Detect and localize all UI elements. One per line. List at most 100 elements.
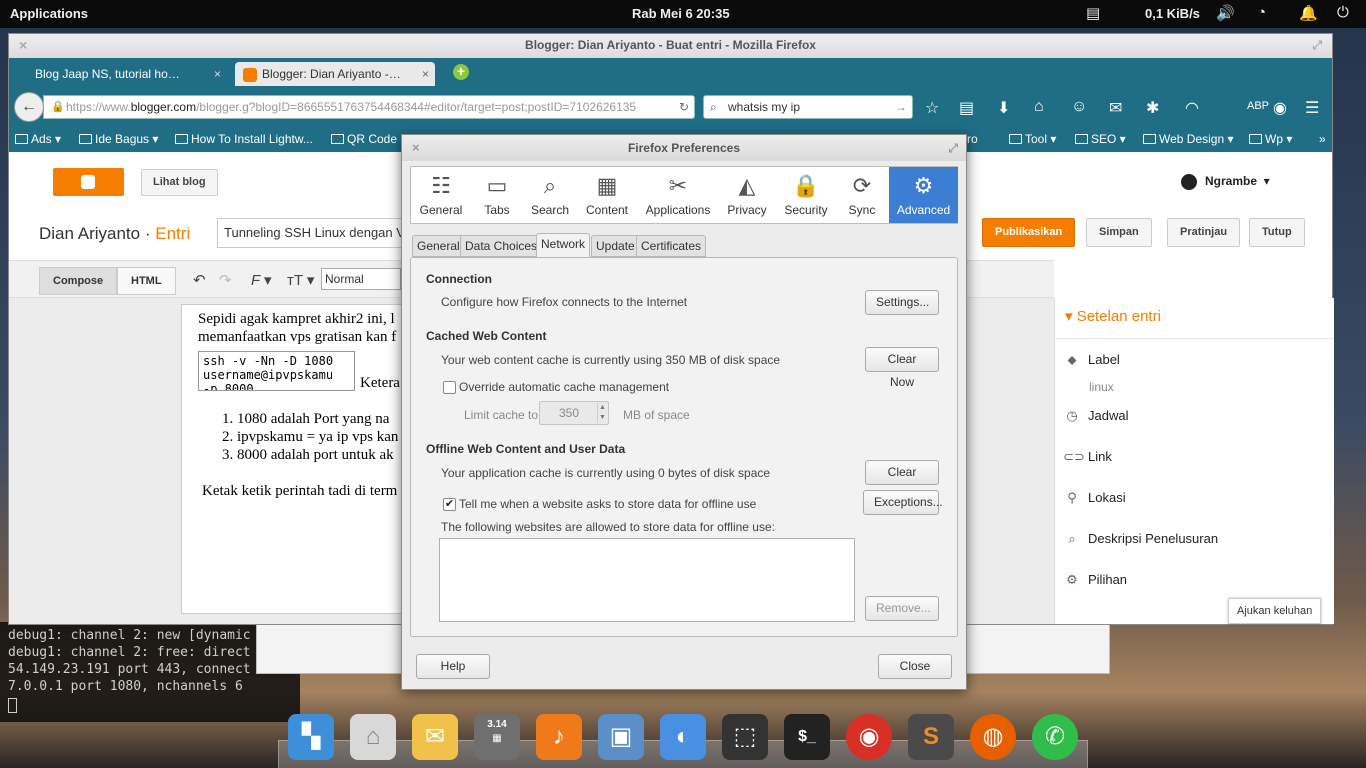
- notifications-bell-icon[interactable]: 🔔: [1299, 4, 1318, 22]
- network-speed[interactable]: 0,1 KiB/s: [1145, 6, 1200, 21]
- home-icon[interactable]: ⌂: [1034, 98, 1044, 116]
- bookmark-qr-code[interactable]: QR Code E: [331, 132, 408, 146]
- bookmark-folder-ide-bagus[interactable]: Ide Bagus ▾: [79, 132, 158, 146]
- subtab-network[interactable]: Network: [536, 233, 591, 258]
- category-advanced[interactable]: ⚙ Advanced: [889, 167, 958, 223]
- category-tabs[interactable]: ▭ Tabs: [471, 167, 523, 223]
- subtab-update[interactable]: Update: [591, 235, 640, 257]
- redo-icon[interactable]: ↷: [219, 271, 232, 289]
- reload-icon[interactable]: ↻: [679, 96, 689, 118]
- save-button[interactable]: Simpan: [1086, 218, 1152, 247]
- feedback-button[interactable]: Ajukan keluhan: [1228, 598, 1322, 624]
- keyboard-indicator-icon[interactable]: ▤: [1086, 4, 1100, 22]
- new-tab-plus-icon[interactable]: +: [453, 64, 469, 80]
- remove-site-button[interactable]: Remove...: [865, 596, 939, 621]
- bookmark-lightweight[interactable]: How To Install Lightw...: [175, 132, 313, 146]
- applications-menu[interactable]: Applications: [10, 6, 88, 21]
- rainbow-extension-icon[interactable]: ◠: [1185, 98, 1199, 118]
- bookmarks-overflow-chevron[interactable]: »: [1319, 132, 1326, 146]
- screenshot-icon[interactable]: ⬚: [722, 714, 768, 760]
- format-select[interactable]: Normal: [321, 268, 401, 290]
- bookmarks-menu-icon[interactable]: ▤: [959, 98, 974, 118]
- window-close-icon[interactable]: ×: [19, 34, 27, 56]
- mail-icon[interactable]: ✉: [412, 714, 458, 760]
- bookmark-folder-web-design[interactable]: Web Design ▾: [1143, 132, 1234, 146]
- menu-hamburger-icon[interactable]: ☰: [1305, 98, 1319, 118]
- exceptions-button[interactable]: Exceptions...: [863, 490, 943, 515]
- bookmark-folder-ro[interactable]: ro: [967, 132, 978, 146]
- power-icon[interactable]: ⏻: [1337, 4, 1349, 21]
- tell-me-offline-checkbox[interactable]: ✔: [443, 498, 456, 511]
- sidebar-item-location[interactable]: ⚲ Lokasi: [1063, 490, 1125, 506]
- terminal-window[interactable]: debug1: channel 2: new [dynamic debug1: …: [0, 622, 300, 722]
- preview-button[interactable]: Pratinjau: [1167, 218, 1241, 247]
- search-go-arrow-icon[interactable]: →: [895, 96, 907, 118]
- sidebar-item-search-description[interactable]: ⌕ Deskripsi Penelusuran: [1063, 531, 1218, 547]
- bookmark-folder-seo[interactable]: SEO ▾: [1075, 132, 1126, 146]
- firefox-icon[interactable]: ◍: [970, 714, 1016, 760]
- override-cache-label[interactable]: Override automatic cache management: [459, 380, 669, 394]
- category-privacy[interactable]: ◭ Privacy: [719, 167, 775, 223]
- terminal-icon[interactable]: $_: [784, 714, 830, 760]
- category-applications[interactable]: ✂ Applications: [637, 167, 719, 223]
- category-general[interactable]: ☷ General: [411, 167, 471, 223]
- subtab-data-choices[interactable]: Data Choices: [460, 235, 543, 257]
- window-titlebar[interactable]: × Blogger: Dian Ariyanto - Buat entri - …: [9, 34, 1332, 58]
- help-button[interactable]: Help: [416, 654, 490, 679]
- font-size-icon[interactable]: ᴛT ▾: [287, 271, 314, 289]
- tab-close-icon[interactable]: ×: [214, 62, 221, 86]
- music-icon[interactable]: ♪: [536, 714, 582, 760]
- spinner-arrows-icon[interactable]: ▲ ▼: [597, 403, 607, 423]
- code-textarea[interactable]: ssh -v -Nn -D 1080 username@ipvpskamu -p…: [198, 351, 355, 391]
- adblock-plus-icon[interactable]: ABP: [1247, 100, 1269, 112]
- tab-close-icon[interactable]: ×: [422, 62, 429, 86]
- override-cache-checkbox[interactable]: [443, 381, 456, 394]
- blogger-logo[interactable]: [53, 168, 124, 196]
- site-identity-icon[interactable]: 🔒: [51, 96, 65, 118]
- switchboard-icon[interactable]: ◐: [660, 714, 706, 760]
- category-sync[interactable]: ⟳ Sync: [837, 167, 887, 223]
- dialog-maximize-icon[interactable]: ⤢: [948, 135, 958, 161]
- tab-blog-jaap[interactable]: Blog Jaap NS, tutorial hosting | ... ×: [27, 62, 227, 86]
- multitasking-view-icon[interactable]: ▚: [288, 714, 334, 760]
- downloads-icon[interactable]: ⬇: [997, 98, 1010, 118]
- subtab-certificates[interactable]: Certificates: [636, 235, 707, 257]
- bookmark-folder-ads[interactable]: Ads ▾: [15, 132, 61, 146]
- subtab-general[interactable]: General: [412, 235, 465, 257]
- search-bar[interactable]: ⌕ whatsis my ip →: [703, 95, 913, 119]
- offline-sites-list[interactable]: [439, 538, 855, 622]
- clear-cache-button[interactable]: Clear Now: [865, 347, 939, 389]
- compose-mode-button[interactable]: Compose: [39, 267, 118, 295]
- publish-button[interactable]: Publikasikan: [982, 218, 1076, 247]
- category-search[interactable]: ⌕ Search: [523, 167, 577, 223]
- mail-icon[interactable]: ✉: [1109, 98, 1122, 118]
- dialog-close-icon[interactable]: ×: [412, 135, 420, 161]
- photos-icon[interactable]: ▣: [598, 714, 644, 760]
- sidebar-item-options[interactable]: ⚙ Pilihan: [1063, 572, 1127, 588]
- view-blog-button[interactable]: Lihat blog: [141, 169, 218, 196]
- volume-icon[interactable]: 🔊: [1216, 4, 1235, 22]
- close-button[interactable]: Close: [878, 654, 952, 679]
- wifi-icon[interactable]: ◔: [1257, 4, 1266, 21]
- calculator-icon[interactable]: 3.14 ▦: [474, 714, 520, 760]
- sublime-text-icon[interactable]: S: [908, 714, 954, 760]
- clock[interactable]: Rab Mei 6 20:35: [632, 6, 730, 21]
- undo-icon[interactable]: ↶: [193, 271, 206, 289]
- bookmark-star-icon[interactable]: ☆: [925, 98, 939, 118]
- font-family-icon[interactable]: F ▾: [251, 271, 272, 289]
- close-post-button[interactable]: Tutup: [1249, 218, 1305, 247]
- category-content[interactable]: ▦ Content: [577, 167, 637, 223]
- connection-settings-button[interactable]: Settings...: [865, 290, 939, 315]
- user-menu[interactable]: Ngrambe ▾: [1181, 174, 1270, 190]
- sidebar-item-label[interactable]: ⬥ Label: [1063, 352, 1119, 368]
- tell-me-offline-label[interactable]: Tell me when a website asks to store dat…: [459, 497, 756, 511]
- whatsapp-icon[interactable]: ✆: [1032, 714, 1078, 760]
- window-maximize-icon[interactable]: ⤢: [1312, 34, 1322, 56]
- post-title-input[interactable]: Tunneling SSH Linux dengan V: [217, 218, 407, 248]
- chat-icon[interactable]: ☺: [1071, 98, 1087, 116]
- html-mode-button[interactable]: HTML: [117, 267, 176, 295]
- extension-bug-icon[interactable]: ✱: [1146, 98, 1159, 118]
- category-security[interactable]: 🔒 Security: [775, 167, 837, 223]
- post-settings-heading[interactable]: ▾ Setelan entri: [1065, 307, 1161, 325]
- bookmark-folder-tool[interactable]: Tool ▾: [1009, 132, 1056, 146]
